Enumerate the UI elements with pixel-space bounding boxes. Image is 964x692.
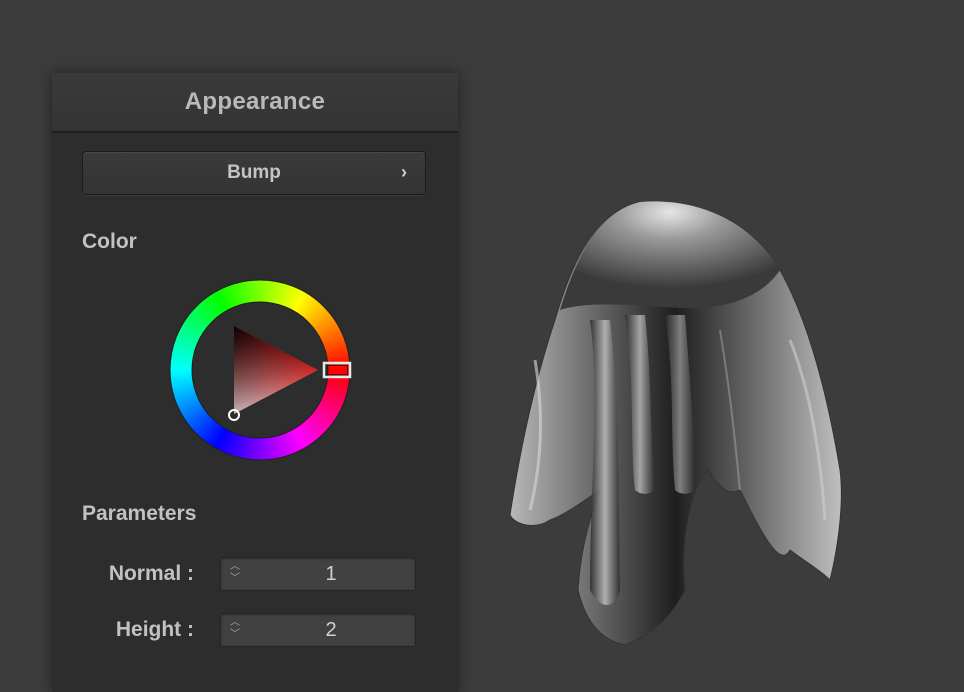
draped-cloth-model[interactable] [490, 190, 870, 660]
chevron-up-icon[interactable]: ︿ [228, 617, 242, 629]
height-label: Height : [115, 618, 194, 641]
color-wheel[interactable] [168, 278, 352, 462]
saturation-triangle[interactable] [234, 326, 318, 414]
chevron-up-icon[interactable]: ︿ [228, 561, 242, 573]
chevron-down-icon[interactable]: ﹀ [228, 629, 242, 641]
normal-label: Normal : [108, 562, 194, 585]
color-section-title: Color [82, 230, 137, 253]
mode-button-label: Bump [227, 162, 281, 183]
spin-arrows[interactable]: ︿ ﹀ [228, 617, 242, 645]
panel-title: Appearance [52, 73, 458, 133]
3d-viewport[interactable] [490, 190, 870, 660]
height-value[interactable]: 2 [247, 614, 415, 646]
appearance-panel: Appearance Bump › Color Parameters Norma… [52, 73, 458, 692]
height-spinbox[interactable]: ︿ ﹀ 2 [220, 613, 416, 647]
color-wheel-picker[interactable] [168, 278, 352, 462]
parameters-section-title: Parameters [82, 502, 197, 525]
spin-arrows[interactable]: ︿ ﹀ [228, 561, 242, 589]
normal-value[interactable]: 1 [247, 558, 415, 590]
bump-mode-button[interactable]: Bump › [82, 151, 426, 195]
chevron-down-icon[interactable]: ﹀ [228, 573, 242, 585]
normal-spinbox[interactable]: ︿ ﹀ 1 [220, 557, 416, 591]
chevron-right-icon: › [401, 162, 407, 182]
